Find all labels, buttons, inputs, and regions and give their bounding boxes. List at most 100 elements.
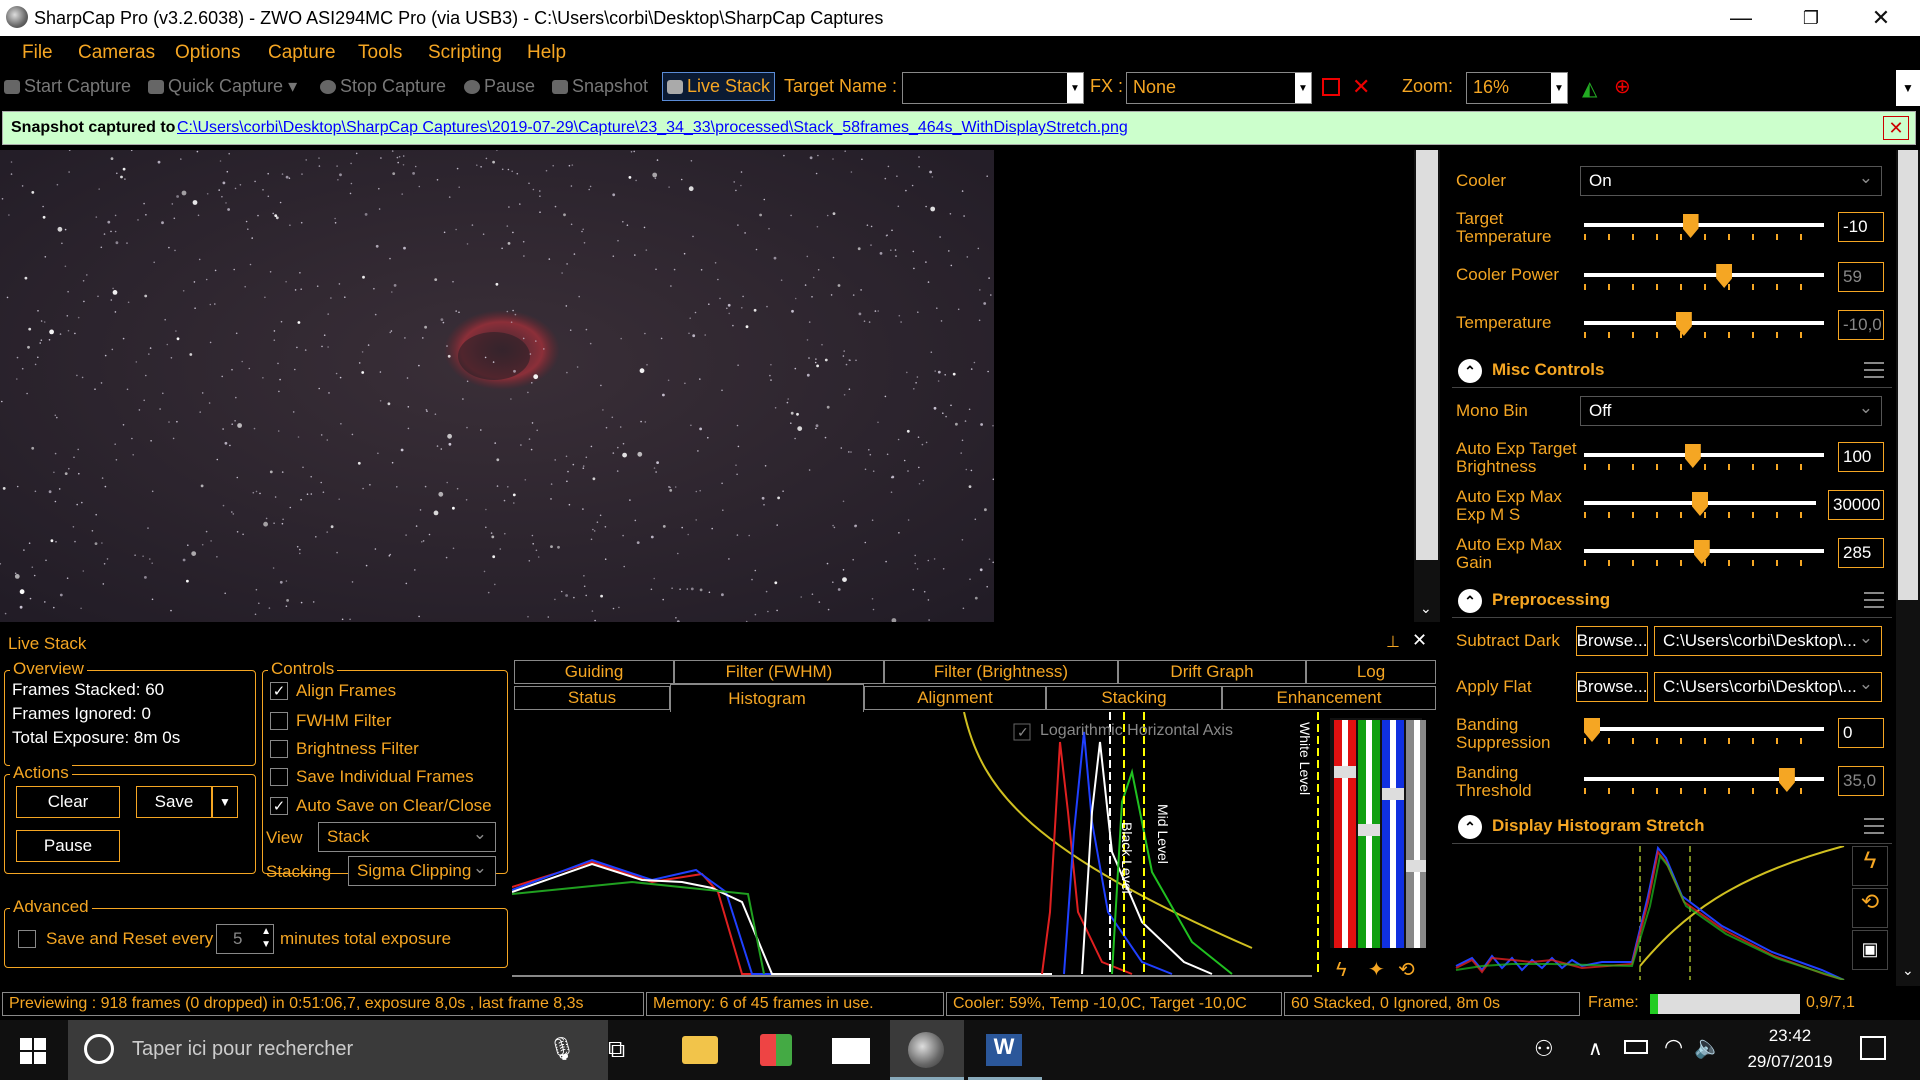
auto-stretch-icon[interactable]: ϟ [1336,959,1347,980]
save-individual-checkbox[interactable] [270,768,288,786]
image-scrollbar-thumb[interactable] [1416,150,1438,560]
pause-button[interactable]: Pause [464,76,535,97]
snapshot-path-link[interactable]: C:\Users\corbi\Desktop\SharpCap Captures… [177,119,1128,137]
scroll-down-icon[interactable]: ⌄ [1902,962,1914,979]
close-button[interactable]: ✕ [1846,0,1916,36]
start-capture-button[interactable]: Start Capture [4,76,131,97]
pause-stack-button[interactable]: Pause [16,830,120,862]
align-frames-checkbox[interactable]: ✓ [270,682,288,700]
auto-save-checkbox[interactable]: ✓ [270,797,288,815]
fx-select[interactable]: None ▼ [1126,72,1312,104]
image-viewer[interactable] [0,150,994,622]
tab-filter-fwhm[interactable]: Filter (FWHM) [674,660,884,684]
clock-time[interactable]: 23:42 [1750,1026,1830,1046]
taskbar-search[interactable]: Taper ici pour rechercher 🎙 [68,1020,608,1080]
menu-capture[interactable]: Capture [268,42,336,64]
store-icon[interactable] [760,1034,792,1066]
menu-options[interactable]: Options [175,42,240,64]
save-button[interactable]: Save [136,786,212,818]
mono-bin-select[interactable]: Off [1580,396,1882,426]
volume-icon[interactable]: 🔈 [1694,1034,1721,1060]
tab-stacking[interactable]: Stacking [1046,686,1222,710]
sharpcap-taskbar-item[interactable] [890,1020,964,1080]
auto-exp-target-slider[interactable] [1584,444,1824,474]
save-icon[interactable]: ▣ [1852,930,1888,970]
chevron-up-icon[interactable]: ⌃ [1458,815,1482,839]
cooler-select[interactable]: On [1580,166,1882,196]
histogram-icon[interactable]: ◭ [1582,76,1597,101]
tab-alignment[interactable]: Alignment [864,686,1046,710]
task-view-icon[interactable]: ⧉ [608,1036,625,1064]
target-temperature-value[interactable]: -10 [1838,212,1884,242]
chevron-up-icon[interactable]: ∧ [1588,1036,1603,1061]
stack-histogram[interactable]: ✓ Logarithmic Horizontal Axis Black Leve… [512,712,1440,980]
subtract-dark-select[interactable]: C:\Users\corbi\Desktop\... [1654,626,1882,656]
pin-icon[interactable]: ⊥ [1386,632,1400,652]
auto-exp-target-value[interactable]: 100 [1838,442,1884,472]
subtract-dark-browse-button[interactable]: Browse... [1576,626,1648,656]
clear-button[interactable]: Clear [16,786,120,818]
controls-scrollbar-thumb[interactable] [1898,150,1918,600]
apply-flat-browse-button[interactable]: Browse... [1576,672,1648,702]
view-select[interactable]: Stack [318,822,496,852]
auto-exp-max-slider[interactable] [1584,492,1816,522]
banding-suppression-value[interactable]: 0 [1838,718,1884,748]
tab-histogram[interactable]: Histogram [670,684,864,712]
banding-suppression-slider[interactable] [1584,718,1824,748]
reset-icon[interactable]: ⟲ [1852,888,1888,928]
stacking-select[interactable]: Sigma Clipping [348,856,496,886]
menu-icon[interactable] [1864,818,1884,834]
people-icon[interactable]: ⚇ [1534,1036,1554,1062]
maximize-button[interactable]: ❐ [1776,0,1846,36]
display-stretch-histogram[interactable] [1452,846,1852,980]
microphone-icon[interactable]: 🎙 [548,1036,576,1062]
word-taskbar-item[interactable]: W [968,1020,1042,1080]
live-stack-button[interactable]: Live Stack [662,72,776,101]
preprocessing-header[interactable]: ⌃ Preprocessing [1452,584,1892,618]
star-icon[interactable]: ✦ [1368,959,1385,980]
minimize-button[interactable]: — [1706,0,1776,36]
tab-drift-graph[interactable]: Drift Graph [1118,660,1306,684]
controls-scrollbar[interactable]: ⌄ [1896,150,1920,986]
mail-icon[interactable] [832,1038,870,1064]
auto-stretch-icon[interactable]: ϟ [1852,846,1888,886]
stop-capture-button[interactable]: Stop Capture [320,76,446,97]
minutes-stepper[interactable]: 5 ▲ ▼ [216,924,274,954]
target-name-input[interactable]: ▼ [902,72,1084,104]
close-notification-icon[interactable]: ✕ [1883,116,1909,140]
quick-capture-button[interactable]: Quick Capture ▾ [148,76,297,97]
save-dropdown-button[interactable]: ▼ [212,786,238,818]
tab-filter-brightness[interactable]: Filter (Brightness) [884,660,1118,684]
close-panel-icon[interactable]: ✕ [1412,630,1427,651]
stepper-arrows-icon[interactable]: ▲ ▼ [261,925,271,951]
notifications-icon[interactable] [1860,1036,1886,1060]
image-scrollbar[interactable]: ⌄ [1414,150,1440,622]
menu-file[interactable]: File [22,42,53,64]
clock-date[interactable]: 29/07/2019 [1732,1052,1848,1072]
auto-exp-gain-slider[interactable] [1584,540,1824,570]
chevron-up-icon[interactable]: ⌃ [1458,359,1482,383]
auto-exp-gain-value[interactable]: 285 [1838,538,1884,568]
menu-icon[interactable] [1864,362,1884,378]
windows-start-icon[interactable] [20,1038,46,1064]
scroll-down-icon[interactable]: ⌄ [1420,600,1432,617]
apply-flat-select[interactable]: C:\Users\corbi\Desktop\... [1654,672,1882,702]
crosshair-icon[interactable]: ✕ [1352,74,1370,100]
misc-controls-header[interactable]: ⌃ Misc Controls [1452,354,1892,388]
file-explorer-icon[interactable] [682,1036,718,1064]
menu-tools[interactable]: Tools [358,42,402,64]
reset-icon[interactable]: ⟲ [1398,959,1415,980]
battery-icon[interactable] [1624,1040,1648,1054]
brightness-filter-checkbox[interactable] [270,740,288,758]
chevron-up-icon[interactable]: ⌃ [1458,589,1482,613]
tab-log[interactable]: Log [1306,660,1436,684]
tab-guiding[interactable]: Guiding [514,660,674,684]
tab-enhancement[interactable]: Enhancement [1222,686,1436,710]
zoom-select[interactable]: 16% ▼ [1466,72,1568,104]
reticle-icon[interactable] [1322,78,1340,96]
menu-scripting[interactable]: Scripting [428,42,502,64]
menu-help[interactable]: Help [527,42,566,64]
target-temperature-slider[interactable] [1584,214,1824,244]
menu-icon[interactable] [1864,592,1884,608]
display-stretch-header[interactable]: ⌃ Display Histogram Stretch [1452,810,1892,844]
